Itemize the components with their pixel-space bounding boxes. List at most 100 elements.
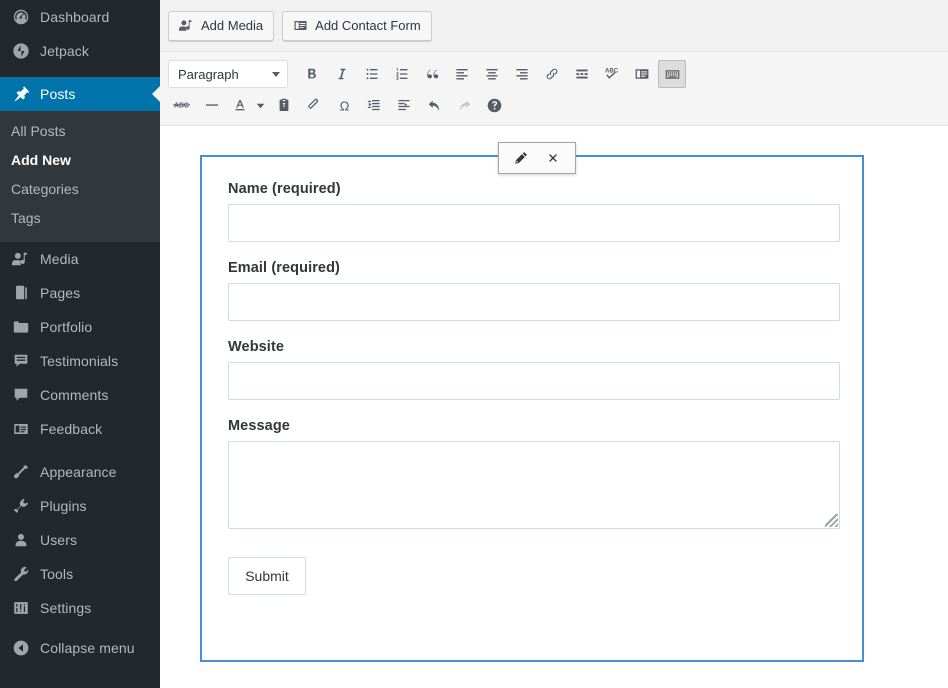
indent-icon[interactable] — [390, 91, 418, 119]
admin-sidebar: Dashboard Jetpack Posts All Posts Add Ne… — [0, 0, 160, 688]
special-character-icon[interactable]: Ω — [330, 91, 358, 119]
align-right-icon[interactable] — [508, 60, 536, 88]
sidebar-item-settings[interactable]: Settings — [0, 591, 160, 625]
message-textarea[interactable] — [228, 441, 840, 529]
add-media-label: Add Media — [201, 18, 263, 33]
chevron-down-icon — [272, 72, 280, 77]
submenu-item-tags[interactable]: Tags — [0, 204, 160, 233]
editor-main: Add Media Add Contact Form Paragraph — [160, 0, 948, 688]
form-field-website: Website — [228, 339, 836, 400]
email-input[interactable] — [228, 283, 840, 321]
blockquote-icon[interactable] — [418, 60, 446, 88]
field-label: Name (required) — [228, 181, 836, 197]
sidebar-item-portfolio[interactable]: Portfolio — [0, 310, 160, 344]
field-label: Website — [228, 339, 836, 355]
collapse-menu-label: Collapse menu — [40, 641, 135, 655]
sidebar-item-label: Media — [40, 252, 79, 266]
format-select[interactable]: Paragraph — [168, 60, 288, 88]
tools-icon — [11, 564, 31, 584]
editor-canvas[interactable]: Name (required) Email (required) Website… — [160, 126, 948, 688]
sidebar-item-label: Pages — [40, 286, 80, 300]
submenu-item-all-posts[interactable]: All Posts — [0, 117, 160, 146]
field-label: Message — [228, 418, 836, 434]
website-input[interactable] — [228, 362, 840, 400]
contact-form-block[interactable]: Name (required) Email (required) Website… — [200, 155, 864, 662]
undo-icon[interactable] — [420, 91, 448, 119]
form-field-message: Message — [228, 418, 836, 529]
field-label: Email (required) — [228, 260, 836, 276]
horizontal-rule-icon[interactable] — [198, 91, 226, 119]
redo-icon[interactable] — [450, 91, 478, 119]
sidebar-item-label: Comments — [40, 388, 108, 402]
numbered-list-icon[interactable] — [388, 60, 416, 88]
sidebar-item-plugins[interactable]: Plugins — [0, 489, 160, 523]
form-field-name: Name (required) — [228, 181, 836, 242]
read-more-icon[interactable] — [568, 60, 596, 88]
text-color-caret-icon[interactable] — [252, 91, 268, 119]
collapse-menu-button[interactable]: Collapse menu — [0, 631, 160, 665]
outdent-icon[interactable] — [360, 91, 388, 119]
paste-as-text-icon[interactable] — [270, 91, 298, 119]
spellcheck-icon[interactable]: ABC — [598, 60, 626, 88]
sidebar-item-jetpack[interactable]: Jetpack — [0, 34, 160, 68]
portfolio-icon — [11, 317, 31, 337]
align-left-icon[interactable] — [448, 60, 476, 88]
sidebar-item-users[interactable]: Users — [0, 523, 160, 557]
name-input[interactable] — [228, 204, 840, 242]
close-icon[interactable] — [537, 144, 569, 172]
sidebar-item-pages[interactable]: Pages — [0, 276, 160, 310]
bulleted-list-icon[interactable] — [358, 60, 386, 88]
pencil-icon[interactable] — [505, 144, 537, 172]
add-contact-form-label: Add Contact Form — [315, 18, 421, 33]
sidebar-item-comments[interactable]: Comments — [0, 378, 160, 412]
users-icon — [11, 530, 31, 550]
bold-icon[interactable] — [298, 60, 326, 88]
jetpack-icon — [11, 41, 31, 61]
sidebar-item-feedback[interactable]: Feedback — [0, 412, 160, 446]
sidebar-item-label: Posts — [40, 87, 76, 101]
sidebar-item-label: Portfolio — [40, 320, 92, 334]
format-select-value: Paragraph — [178, 67, 239, 82]
strikethrough-icon[interactable]: ABC — [168, 91, 196, 119]
submenu-item-add-new[interactable]: Add New — [0, 146, 160, 175]
help-icon[interactable] — [480, 91, 508, 119]
toolbar-row-1: Paragraph — [168, 58, 940, 90]
settings-icon — [11, 598, 31, 618]
testimonials-icon — [11, 351, 31, 371]
sidebar-item-label: Users — [40, 533, 77, 547]
sidebar-item-testimonials[interactable]: Testimonials — [0, 344, 160, 378]
clear-formatting-icon[interactable] — [300, 91, 328, 119]
media-icon — [179, 18, 194, 33]
media-buttons-bar: Add Media Add Contact Form — [160, 0, 948, 52]
add-contact-form-button[interactable]: Add Contact Form — [282, 11, 432, 41]
sidebar-item-dashboard[interactable]: Dashboard — [0, 0, 160, 34]
wordpress-admin: Dashboard Jetpack Posts All Posts Add Ne… — [0, 0, 948, 688]
italic-icon[interactable] — [328, 60, 356, 88]
comments-icon — [11, 385, 31, 405]
align-center-icon[interactable] — [478, 60, 506, 88]
sidebar-item-label: Plugins — [40, 499, 87, 513]
link-icon[interactable] — [538, 60, 566, 88]
sidebar-item-posts[interactable]: Posts — [0, 77, 160, 111]
text-color-icon[interactable] — [228, 91, 252, 119]
toolbar-row-2: ABC — [168, 90, 940, 120]
sidebar-item-tools[interactable]: Tools — [0, 557, 160, 591]
distraction-free-icon[interactable] — [628, 60, 656, 88]
sidebar-item-label: Testimonials — [40, 354, 118, 368]
toolbar-toggle-icon[interactable] — [658, 60, 686, 88]
svg-text:ABC: ABC — [174, 102, 189, 109]
submit-button[interactable]: Submit — [228, 557, 306, 595]
posts-submenu: All Posts Add New Categories Tags — [0, 111, 160, 242]
sidebar-item-label: Tools — [40, 567, 73, 581]
sidebar-item-appearance[interactable]: Appearance — [0, 455, 160, 489]
svg-text:ABC: ABC — [605, 69, 619, 75]
sidebar-item-media[interactable]: Media — [0, 242, 160, 276]
pin-icon — [11, 84, 31, 104]
plugins-icon — [11, 496, 31, 516]
submenu-item-categories[interactable]: Categories — [0, 175, 160, 204]
form-field-email: Email (required) — [228, 260, 836, 321]
add-media-button[interactable]: Add Media — [168, 11, 274, 41]
contact-form-icon — [293, 18, 308, 33]
sidebar-item-label: Appearance — [40, 465, 117, 479]
svg-text:Ω: Ω — [339, 98, 349, 113]
